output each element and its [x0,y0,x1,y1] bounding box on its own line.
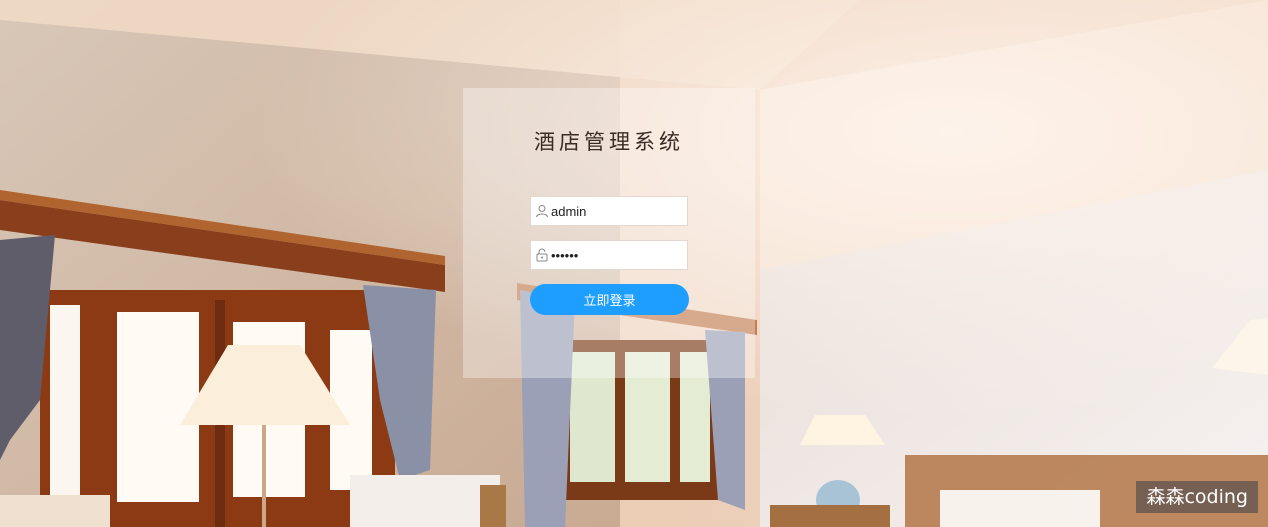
username-field[interactable] [530,196,688,226]
user-icon [535,204,549,218]
login-button[interactable]: 立即登录 [530,284,689,315]
watermark: 森森coding [1136,481,1258,513]
password-field[interactable] [530,240,688,270]
login-panel: 酒店管理系统 立即登录 [463,88,755,378]
hotel-room-background: 酒店管理系统 立即登录 森森coding [0,0,1268,527]
lock-icon [535,248,549,262]
page-title: 酒店管理系统 [534,130,684,154]
password-input[interactable] [551,241,685,269]
username-input[interactable] [551,197,685,225]
